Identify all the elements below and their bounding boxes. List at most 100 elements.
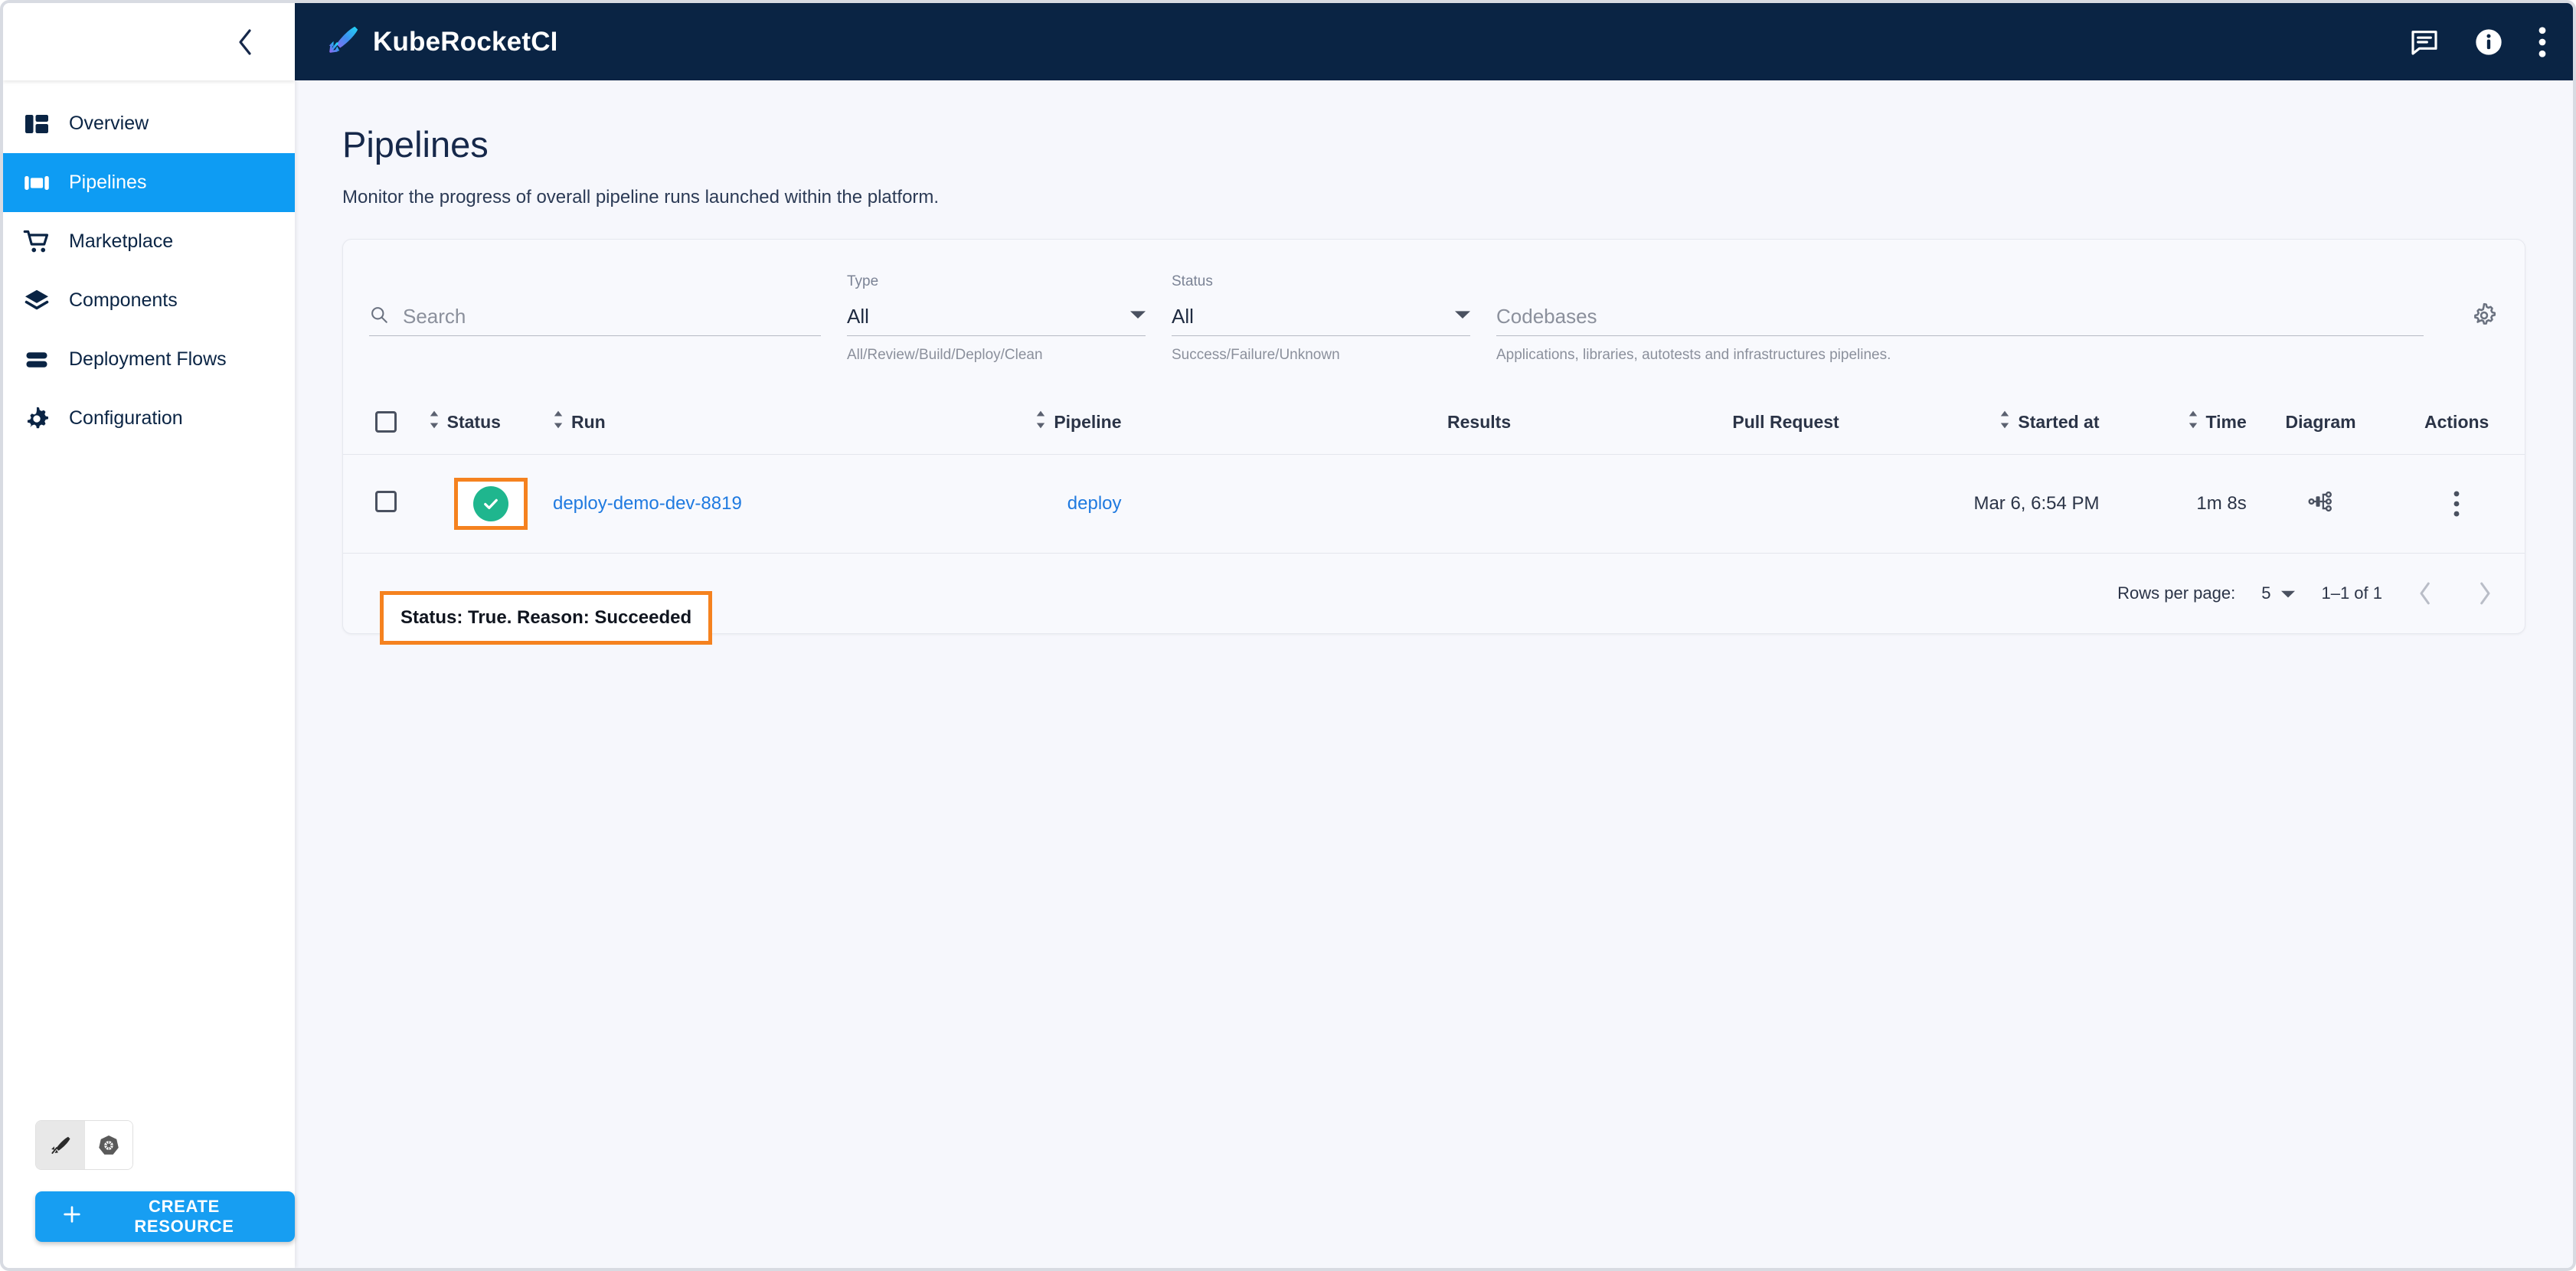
status-filter-label: Status — [1172, 273, 1213, 289]
codebases-filter-label — [1496, 273, 2424, 293]
pipeline-link[interactable]: deploy — [1067, 493, 1122, 514]
pipelines-icon — [23, 169, 69, 197]
column-pull-request-label: Pull Request — [1732, 411, 1839, 432]
status-filter-value: All — [1172, 305, 1194, 328]
sidebar-item-label: Configuration — [69, 407, 183, 429]
type-filter-value: All — [847, 305, 869, 328]
chevron-down-icon — [2281, 583, 2296, 603]
codebases-filter-input[interactable]: Codebases — [1496, 298, 2424, 336]
type-filter: Type All All/Review/Build/Deploy/Clean — [847, 273, 1146, 364]
rows-per-page-select[interactable]: 5 — [2261, 583, 2296, 603]
sidebar-item-pipelines[interactable]: Pipelines — [3, 153, 295, 212]
app-window: KubeRocketCI Overview Pipelines Marketpl… — [0, 0, 2576, 1271]
chevron-left-icon[interactable] — [227, 25, 263, 60]
sort-icon — [1999, 410, 2010, 434]
krci-view-icon[interactable] — [36, 1121, 84, 1169]
pipelines-card: Search Type All All/Review/Build/Deploy/… — [342, 239, 2525, 634]
more-vertical-icon[interactable] — [2538, 26, 2547, 58]
app-bar: KubeRocketCI — [295, 3, 2573, 80]
row-status-cell — [429, 455, 553, 554]
create-resource-label: CREATE RESOURCE — [134, 1197, 234, 1236]
table-header-row: Status Run Pipeline Results Pull Request… — [343, 393, 2525, 455]
column-diagram: Diagram — [2252, 393, 2389, 455]
view-toggle-group — [35, 1120, 133, 1170]
row-started-at-cell: Mar 6, 6:54 PM — [1973, 493, 2100, 514]
appbar-actions — [2409, 26, 2547, 58]
column-started-at[interactable]: Started at — [1854, 393, 2107, 455]
column-diagram-label: Diagram — [2285, 411, 2356, 432]
more-vertical-icon[interactable] — [2388, 490, 2525, 518]
type-filter-help: All/Review/Build/Deploy/Clean — [847, 347, 1043, 363]
type-filter-select[interactable]: All — [847, 298, 1146, 336]
search-label — [369, 273, 821, 293]
row-checkbox[interactable] — [374, 490, 397, 512]
filter-bar: Search Type All All/Review/Build/Deploy/… — [343, 240, 2525, 393]
codebases-filter: Codebases Applications, libraries, autot… — [1496, 273, 2424, 364]
gear-icon — [23, 405, 69, 433]
column-results-label: Results — [1447, 411, 1512, 432]
column-pipeline[interactable]: Pipeline — [844, 393, 1214, 455]
next-page-button[interactable] — [2468, 577, 2502, 610]
main-content: Pipelines Monitor the progress of overal… — [295, 80, 2573, 1268]
info-icon[interactable] — [2473, 27, 2504, 57]
sidebar-bottom: CREATE RESOURCE — [3, 1120, 295, 1268]
search-control[interactable]: Search — [369, 298, 821, 336]
sidebar-item-overview[interactable]: Overview — [3, 94, 295, 153]
create-resource-button[interactable]: CREATE RESOURCE — [35, 1191, 295, 1242]
sidebar-item-label: Overview — [69, 113, 149, 134]
table-settings-gear-icon[interactable] — [2470, 301, 2499, 334]
column-status[interactable]: Status — [428, 393, 553, 455]
sidebar-item-configuration[interactable]: Configuration — [3, 389, 295, 448]
row-actions-cell — [2388, 455, 2525, 554]
table-row[interactable]: deploy-demo-dev-8819 deploy Mar 6, 6:54 … — [343, 455, 2525, 554]
kubernetes-view-icon[interactable] — [84, 1121, 132, 1169]
sidebar-item-label: Components — [69, 289, 178, 311]
sidebar-item-marketplace[interactable]: Marketplace — [3, 212, 295, 271]
row-diagram-cell — [2253, 455, 2389, 554]
search-field: Search — [369, 273, 821, 336]
codebases-filter-help: Applications, libraries, autotests and i… — [1496, 347, 1891, 363]
hierarchy-icon[interactable] — [2308, 491, 2334, 519]
status-highlight-box — [453, 478, 528, 530]
select-all-checkbox[interactable] — [374, 411, 397, 433]
row-run-cell: deploy-demo-dev-8819 — [553, 455, 845, 554]
pagination-range: 1–1 of 1 — [2321, 583, 2382, 603]
brand[interactable]: KubeRocketCI — [325, 22, 558, 61]
sort-icon — [2188, 410, 2198, 434]
column-select — [343, 393, 429, 455]
chevron-down-icon — [1130, 309, 1146, 324]
row-pipeline-cell: deploy — [845, 455, 1214, 554]
top-strip: KubeRocketCI — [3, 3, 2573, 80]
codebases-placeholder: Codebases — [1496, 305, 1597, 328]
sidebar-item-label: Deployment Flows — [69, 348, 227, 370]
sort-icon — [429, 410, 440, 434]
sort-icon — [553, 410, 564, 434]
column-pipeline-label: Pipeline — [1054, 411, 1122, 432]
sidebar-item-deployment-flows[interactable]: Deployment Flows — [3, 330, 295, 389]
column-run[interactable]: Run — [552, 393, 845, 455]
column-pull-request: Pull Request — [1534, 393, 1855, 455]
type-filter-label: Type — [847, 273, 879, 289]
plus-icon — [61, 1204, 83, 1230]
sidebar-item-components[interactable]: Components — [3, 271, 295, 330]
row-pull-request-cell — [1534, 455, 1855, 554]
column-results: Results — [1213, 393, 1535, 455]
flows-icon — [23, 346, 69, 374]
column-time[interactable]: Time — [2107, 393, 2253, 455]
check-circle-icon[interactable] — [472, 486, 508, 521]
page-title: Pipelines — [342, 124, 489, 165]
rocket-feather-icon — [325, 22, 361, 61]
search-placeholder: Search — [403, 305, 466, 328]
row-time-cell: 1m 8s — [2196, 493, 2247, 514]
run-link[interactable]: deploy-demo-dev-8819 — [553, 493, 742, 514]
status-filter-select[interactable]: All — [1172, 298, 1470, 336]
sort-icon — [1035, 410, 1046, 434]
chevron-down-icon — [1455, 309, 1470, 324]
rows-per-page-value: 5 — [2261, 583, 2271, 603]
prev-page-button[interactable] — [2408, 577, 2442, 610]
column-run-label: Run — [570, 411, 606, 432]
cart-icon — [23, 228, 69, 256]
sidebar: Overview Pipelines Marketplace Component… — [3, 80, 295, 1268]
search-icon — [369, 305, 389, 328]
feedback-icon[interactable] — [2409, 27, 2440, 57]
